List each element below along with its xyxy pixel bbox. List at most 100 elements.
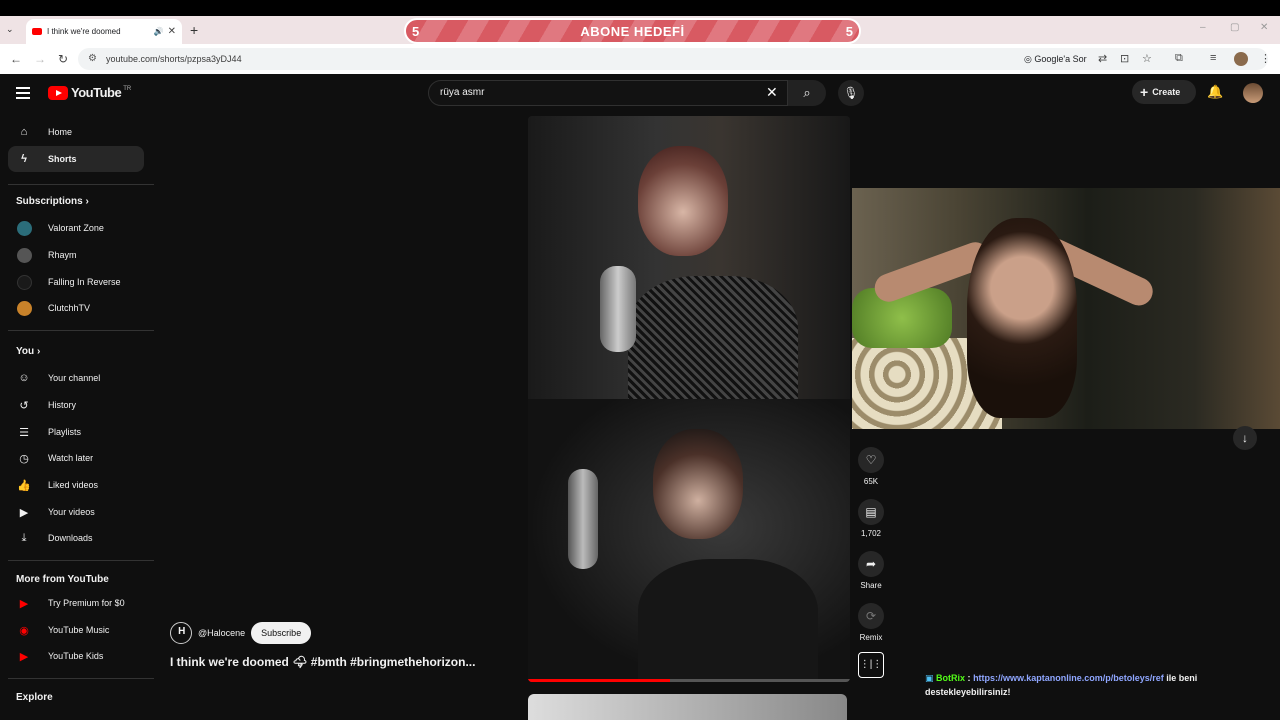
translate-icon[interactable]: ⇄	[1098, 52, 1107, 65]
sidebar-item-home[interactable]: ⌂ Home	[8, 119, 144, 145]
youtube-favicon-icon	[32, 28, 42, 35]
extensions-icon[interactable]: ⧉	[1175, 52, 1183, 65]
subscriptions-title: Subscriptions	[16, 196, 83, 207]
comments-action[interactable]: ▤ 1,702	[858, 499, 884, 538]
youtube-kids-icon: ▶	[19, 650, 29, 663]
sidebar-item-label: Your videos	[48, 507, 95, 517]
playlists-icon: ☰	[19, 426, 29, 439]
sidebar-item-watch-later[interactable]: ◷ Watch later	[8, 445, 144, 471]
sidebar-item-your-videos[interactable]: ▶ Your videos	[8, 499, 144, 525]
remix-icon[interactable]: ⟳	[858, 603, 884, 629]
menu-icon[interactable]	[16, 87, 30, 99]
youtube-music-icon: ◉	[19, 624, 29, 637]
channel-name[interactable]: @Halocene	[198, 628, 245, 638]
sidebar-item-premium[interactable]: ▶ Try Premium for $0	[8, 590, 144, 616]
minimize-icon[interactable]: –	[1200, 22, 1206, 33]
browser-tab-active[interactable]: I think we're doomed 🔊 ✕	[26, 19, 182, 44]
url-text: youtube.com/shorts/pzpsa3yDJ44	[106, 54, 242, 64]
chat-username: BotRix	[936, 673, 966, 683]
channel-avatar	[16, 274, 32, 290]
sidebar-item-playlists[interactable]: ☰ Playlists	[8, 419, 144, 445]
sidebar-item-downloads[interactable]: ⤓ Downloads	[8, 525, 144, 551]
window-close-icon[interactable]: ✕	[1260, 22, 1268, 33]
search-input[interactable]: rüya asmr	[428, 80, 788, 106]
video-progress-bar[interactable]	[528, 679, 850, 682]
clear-search-icon[interactable]: ✕	[766, 84, 778, 101]
share-label: Share	[860, 581, 882, 590]
subscriptions-heading[interactable]: Subscriptions ›	[16, 196, 89, 207]
sidebar-item-youtube-kids[interactable]: ▶ YouTube Kids	[8, 643, 144, 669]
speaker-icon[interactable]: 🔊	[154, 27, 164, 36]
short-title[interactable]: I think we're doomed 🌩 #bmth #bringmethe…	[170, 655, 475, 669]
sidebar-item-valorant-zone[interactable]: Valorant Zone	[8, 215, 144, 241]
new-tab-icon[interactable]: +	[190, 22, 198, 38]
you-title: You	[16, 346, 35, 357]
install-app-icon[interactable]: ⊡	[1120, 52, 1129, 65]
site-info-icon[interactable]: ⚙	[88, 48, 97, 70]
google-ask-label: Google'a Sor	[1034, 54, 1087, 64]
like-icon[interactable]: ♡	[858, 447, 884, 473]
sidebar-item-history[interactable]: ↺ History	[8, 392, 144, 418]
download-icon: ⤓	[21, 531, 27, 544]
shorts-icon: ϟ	[21, 153, 27, 165]
notifications-icon[interactable]: 🔔	[1207, 84, 1223, 100]
comment-icon[interactable]: ▤	[858, 499, 884, 525]
share-icon[interactable]: ➦	[858, 551, 884, 577]
sidebar-item-rhaym[interactable]: Rhaym	[8, 242, 144, 268]
forward-icon[interactable]: →	[34, 52, 46, 66]
history-icon: ↺	[19, 399, 29, 412]
sidebar-item-label: Your channel	[48, 373, 101, 383]
next-video-arrow-icon[interactable]: ↓	[1233, 426, 1257, 450]
studio-microphone	[568, 469, 598, 569]
sidebar: ⌂ Home ϟ Shorts Subscriptions › Valorant…	[0, 114, 160, 720]
profile-avatar[interactable]	[1234, 52, 1248, 66]
tab-close-icon[interactable]: ✕	[168, 26, 176, 37]
goal-label: ABONE HEDEFİ	[580, 23, 685, 39]
browser-menu-icon[interactable]: ⋮	[1260, 52, 1271, 65]
sidebar-item-shorts[interactable]: ϟ Shorts	[8, 146, 144, 172]
tab-list-chevron-icon[interactable]: ⌄	[6, 24, 14, 35]
you-heading[interactable]: You ›	[16, 346, 40, 357]
explore-heading: Explore	[16, 692, 53, 703]
subscriber-goal-overlay: 5 ABONE HEDEFİ 5	[404, 18, 861, 44]
sidebar-item-falling-in-reverse[interactable]: Falling In Reverse	[8, 269, 144, 295]
sidebar-item-your-channel[interactable]: ☺ Your channel	[8, 365, 144, 391]
maximize-icon[interactable]: ▢	[1230, 22, 1239, 33]
webcam-streamer	[967, 218, 1077, 418]
create-button[interactable]: + Create	[1132, 80, 1196, 104]
stream-chat-message: ▣ BotRix : https://www.kaptanonline.com/…	[925, 671, 1265, 699]
sidebar-item-label: Try Premium for $0	[48, 598, 125, 608]
short-video-player[interactable]	[528, 116, 850, 682]
studio-microphone	[600, 266, 636, 352]
bookmark-star-icon[interactable]: ☆	[1142, 52, 1152, 65]
channel-avatar	[16, 300, 32, 316]
singer-body	[638, 559, 818, 682]
sidebar-item-clutchhtv[interactable]: ClutchhTV	[8, 295, 144, 321]
google-ask-button[interactable]: ◎ Google'a Sor	[1018, 51, 1093, 67]
sidebar-item-label: Rhaym	[48, 250, 77, 260]
account-avatar[interactable]	[1243, 83, 1263, 103]
like-icon: 👍	[17, 479, 31, 492]
share-action[interactable]: ➦ Share	[858, 551, 884, 590]
youtube-logo[interactable]: YouTube TR	[48, 85, 131, 100]
voice-search-button[interactable]: 🎙	[838, 80, 864, 106]
channel-avatar	[16, 247, 32, 263]
more-from-youtube-heading: More from YouTube	[16, 574, 109, 585]
sidebar-item-youtube-music[interactable]: ◉ YouTube Music	[8, 617, 144, 643]
bot-badge-icon: ▣	[925, 673, 934, 683]
back-icon[interactable]: ←	[10, 52, 22, 66]
audio-waveform-icon[interactable]: ⋮|⋮	[858, 652, 884, 678]
channel-logo[interactable]	[165, 617, 197, 649]
chat-link[interactable]: https://www.kaptanonline.com/p/betoleys/…	[973, 673, 1164, 683]
sidebar-item-liked-videos[interactable]: 👍 Liked videos	[8, 472, 144, 498]
reload-icon[interactable]: ↻	[58, 52, 68, 66]
search-button[interactable]: ⌕	[788, 80, 826, 106]
next-short-preview[interactable]	[528, 694, 847, 720]
remix-action[interactable]: ⟳ Remix	[858, 603, 884, 642]
chat-separator: :	[967, 673, 971, 683]
like-action[interactable]: ♡ 65K	[858, 447, 884, 486]
singer-face	[638, 146, 728, 256]
subscribe-button[interactable]: Subscribe	[251, 622, 312, 644]
search-icon: ⌕	[803, 85, 811, 100]
reading-list-icon[interactable]: ≡	[1210, 52, 1216, 64]
